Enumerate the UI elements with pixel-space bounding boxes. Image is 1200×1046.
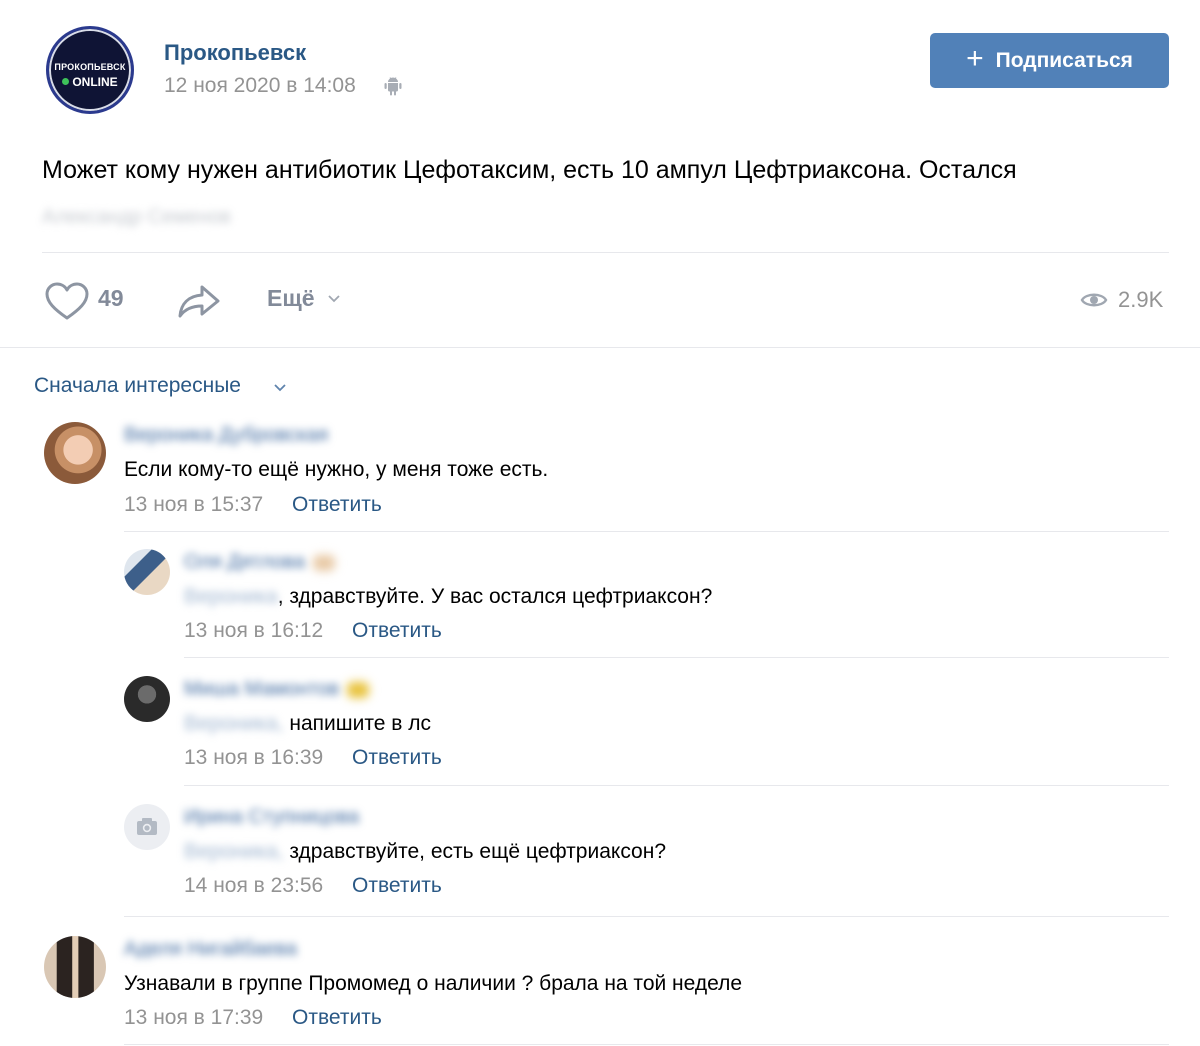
views-count: 2.9K: [1118, 287, 1164, 312]
comment-divider: [184, 785, 1169, 786]
comment-date[interactable]: 14 ноя в 23:56: [184, 874, 323, 898]
group-name-link[interactable]: Прокопьевск: [164, 40, 306, 66]
comment-text: Вероника, здравствуйте, есть ещё цефтриа…: [184, 840, 666, 864]
user-avatar[interactable]: [44, 936, 106, 998]
reply-button[interactable]: Ответить: [352, 619, 442, 643]
camera-icon: [137, 818, 157, 835]
comment-divider: [124, 916, 1169, 917]
heart-icon[interactable]: [44, 282, 90, 322]
comment-divider: [124, 1044, 1169, 1045]
user-avatar[interactable]: [124, 549, 170, 595]
comment-author[interactable]: Ирина Ступницова: [184, 806, 359, 829]
comment-author[interactable]: Вероника Дубровская: [124, 424, 328, 447]
subscribe-label: Подписаться: [995, 48, 1133, 72]
reply-button[interactable]: Ответить: [352, 874, 442, 898]
online-dot-icon: [62, 78, 70, 85]
comment-date[interactable]: 13 ноя в 16:12: [184, 619, 323, 643]
avatar-logo-bottom-text: ONLINE: [72, 75, 118, 89]
avatar-logo-bottom: ONLINE: [49, 75, 131, 89]
comment-date[interactable]: 13 ноя в 17:39: [124, 1006, 263, 1030]
comment-divider: [124, 531, 1169, 532]
mention-link[interactable]: Вероника,: [184, 712, 284, 735]
post-text: Может кому нужен антибиотик Цефотаксим, …: [42, 156, 1017, 184]
mention-link[interactable]: Вероника: [184, 585, 278, 608]
like-count: 49: [98, 285, 124, 311]
chevron-down-icon: [274, 384, 286, 392]
comment-text-body: , здравствуйте. У вас остался цефтриаксо…: [277, 585, 713, 608]
comment-text: Вероника, напишите в лс: [184, 712, 431, 736]
group-avatar[interactable]: ПРОКОПЬЕВСК ONLINE: [46, 26, 134, 114]
comment-author[interactable]: Аделя Нигайбаева: [124, 938, 297, 961]
comment-author[interactable]: Оля Дятлова: [184, 551, 336, 574]
avatar-logo-top: ПРОКОПЬЕВСК: [54, 62, 126, 72]
emoji-icon: [313, 554, 336, 571]
post-divider: [42, 252, 1169, 253]
user-avatar[interactable]: [124, 804, 170, 850]
comments-sort-link[interactable]: Сначала интересные: [34, 374, 241, 398]
comment-text: Узнавали в группе Промомед о наличии ? б…: [124, 972, 743, 995]
subscribe-button[interactable]: + Подписаться: [930, 33, 1169, 88]
reply-button[interactable]: Ответить: [292, 493, 382, 517]
comment-reply: Миша Мамонтов Вероника, напишите в лс 13…: [0, 672, 1200, 782]
comment-date[interactable]: 13 ноя в 16:39: [184, 746, 323, 770]
comment: Аделя Нигайбаева Узнавали в группе Промо…: [0, 932, 1200, 1042]
comments-section-divider: [0, 347, 1200, 348]
comment-author-name[interactable]: Оля Дятлова: [184, 551, 305, 573]
comment-text: Если кому-то ещё нужно, у меня тоже есть…: [124, 458, 549, 481]
comment-date[interactable]: 13 ноя в 15:37: [124, 493, 263, 517]
chevron-down-icon: [328, 295, 340, 303]
comment-text-body: здравствуйте, есть ещё цефтриаксон?: [283, 840, 667, 863]
share-icon[interactable]: [176, 281, 222, 321]
reply-button[interactable]: Ответить: [292, 1006, 382, 1030]
comment-author[interactable]: Миша Мамонтов: [184, 678, 370, 701]
post-signer[interactable]: Александр Семенов: [42, 206, 231, 229]
mention-link[interactable]: Вероника,: [184, 840, 284, 863]
comment-reply: Ирина Ступницова Вероника, здравствуйте,…: [0, 800, 1200, 910]
comment-text: Вероника, здравствуйте. У вас остался це…: [184, 585, 712, 609]
android-icon: [384, 77, 402, 96]
comment-author-name[interactable]: Миша Мамонтов: [184, 678, 339, 700]
plus-icon: +: [966, 42, 984, 75]
comment-reply: Оля Дятлова Вероника, здравствуйте. У ва…: [0, 545, 1200, 655]
comment-text-body: напишите в лс: [283, 712, 431, 735]
comment: Вероника Дубровская Если кому-то ещё нуж…: [0, 418, 1200, 538]
user-avatar[interactable]: [44, 422, 106, 484]
emoji-icon: [347, 681, 370, 698]
eye-icon: [1080, 293, 1108, 307]
comment-divider: [184, 657, 1169, 658]
post-date[interactable]: 12 ноя 2020 в 14:08: [164, 74, 356, 98]
reply-button[interactable]: Ответить: [352, 746, 442, 770]
user-avatar[interactable]: [124, 676, 170, 722]
more-button[interactable]: Ещё: [267, 285, 315, 312]
post-actions: 49 Ещё 2.9K: [0, 270, 1200, 330]
post-header: ПРОКОПЬЕВСК ONLINE Прокопьевск 12 ноя 20…: [0, 0, 1200, 130]
